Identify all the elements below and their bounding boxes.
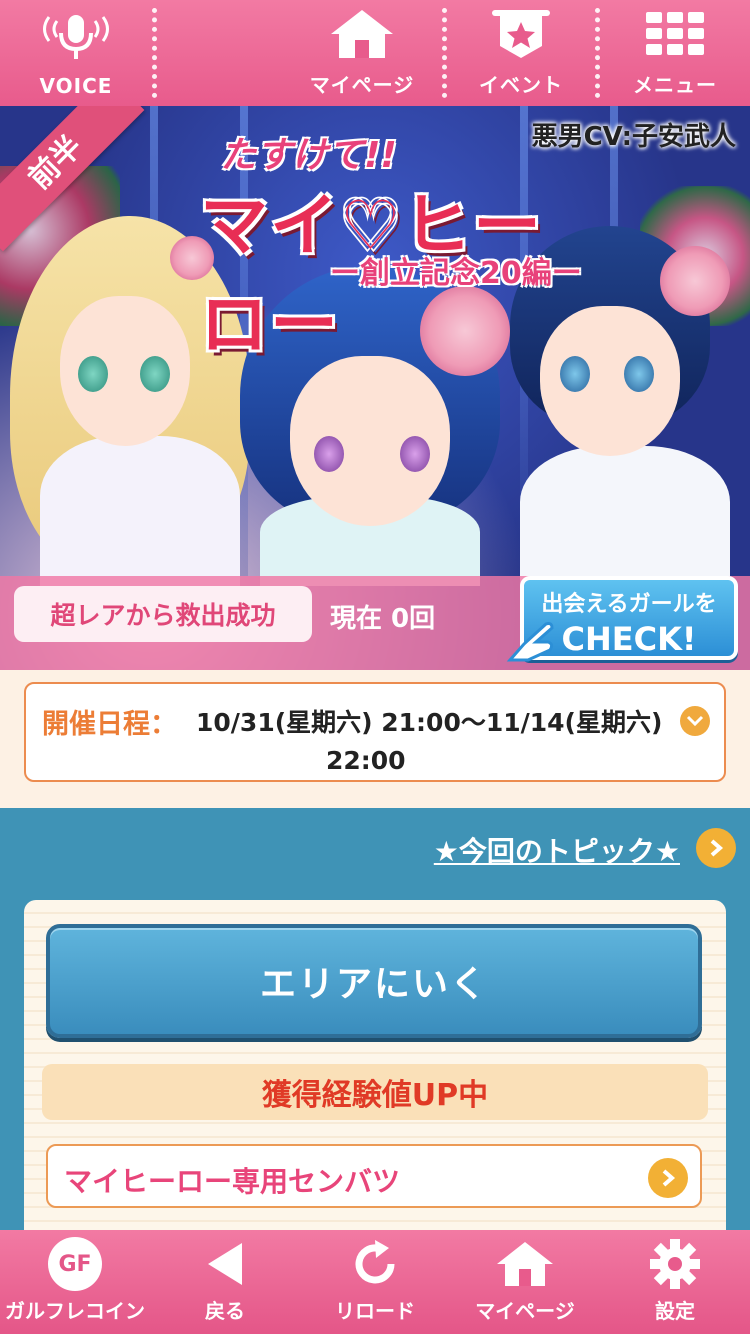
- area-card: エリアにいく 獲得経験値UP中 マイヒーロー専用センバツ: [24, 900, 726, 1230]
- settings-button[interactable]: 設定: [600, 1230, 750, 1334]
- chevron-right-icon: [648, 1158, 688, 1198]
- chevron-right-icon[interactable]: [696, 828, 736, 868]
- mypage-button[interactable]: マイページ: [282, 0, 442, 106]
- schedule-label: 開催日程：: [42, 709, 177, 740]
- gf-coin-icon: GF: [48, 1237, 102, 1291]
- event-logo: たすけて!! マイ♡ヒーロー ー創立記念20編ー: [180, 126, 610, 365]
- character-eye: [314, 436, 344, 472]
- back-label: 戻る: [205, 1299, 245, 1323]
- senbatsu-label: マイヒーロー専用センバツ: [64, 1165, 401, 1198]
- gear-icon: [648, 1233, 702, 1295]
- schedule-box[interactable]: 開催日程： 10/31(星期六) 21:00〜11/14(星期六) 22:00: [24, 682, 726, 782]
- go-to-area-button[interactable]: エリアにいく: [46, 924, 702, 1038]
- pointing-hand-icon: [506, 620, 558, 668]
- schedule-value: 10/31(星期六) 21:00〜11/14(星期六) 22:00: [196, 704, 696, 780]
- logo-subtitle: ー創立記念20編ー: [330, 256, 582, 291]
- voice-button[interactable]: VOICE: [0, 0, 152, 106]
- character-eye: [140, 356, 170, 392]
- bottom-mypage-label: マイページ: [475, 1299, 575, 1323]
- coin-button[interactable]: GF ガルフレコイン: [0, 1230, 150, 1334]
- reload-icon: [349, 1233, 401, 1295]
- event-banner[interactable]: 前半 悪男CV:子安武人 たすけて!! マイ♡ヒーロー ー創立記念20編ー 超レ…: [0, 106, 750, 670]
- rose-hair-accessory: [660, 246, 730, 316]
- reload-label: リロード: [335, 1299, 415, 1323]
- bottom-mypage-button[interactable]: マイページ: [450, 1230, 600, 1334]
- schedule-line1: 10/31(星期六) 21:00〜11/14(星期六): [196, 708, 663, 737]
- topic-link[interactable]: ★今回のトピック★: [434, 830, 680, 870]
- exp-up-badge: 獲得経験値UP中: [42, 1064, 708, 1120]
- app-root: VOICE マイページ イベント メニュー 前半 悪男CV:子安武人 たすけて!…: [0, 0, 750, 1334]
- rescue-stat-bar: 超レアから救出成功 現在 0回 出会えるガールを CHECK!: [0, 576, 750, 670]
- hero-senbatsu-button[interactable]: マイヒーロー専用センバツ: [46, 1144, 702, 1208]
- schedule-area: 開催日程： 10/31(星期六) 21:00〜11/14(星期六) 22:00: [0, 670, 750, 808]
- top-nav: VOICE マイページ イベント メニュー: [0, 0, 750, 106]
- event-flag-icon: [486, 3, 556, 65]
- character-eye: [624, 356, 654, 392]
- schedule-line2: 22:00: [326, 746, 406, 775]
- event-label: イベント: [479, 73, 563, 97]
- character-eye: [400, 436, 430, 472]
- home-icon: [495, 1233, 555, 1295]
- settings-label: 設定: [655, 1299, 695, 1323]
- character-dress: [520, 446, 730, 586]
- voice-label: VOICE: [39, 74, 113, 98]
- back-arrow-icon: [202, 1233, 248, 1295]
- check-button-line1: 出会えるガールを: [541, 592, 717, 617]
- coin-label: ガルフレコイン: [5, 1299, 145, 1323]
- grid-menu-icon: [640, 3, 710, 65]
- main-content: ★今回のトピック★ エリアにいく 獲得経験値UP中 マイヒーロー専用センバツ: [0, 808, 750, 1230]
- chevron-down-icon[interactable]: [680, 706, 710, 736]
- menu-button[interactable]: メニュー: [600, 0, 750, 106]
- event-button[interactable]: イベント: [447, 0, 595, 106]
- character-eye: [78, 356, 108, 392]
- mypage-label: マイページ: [309, 73, 415, 97]
- rescue-count: 現在 0回: [330, 604, 436, 634]
- microphone-icon: [41, 8, 111, 70]
- rescue-label: 超レアから救出成功: [14, 586, 312, 642]
- reload-button[interactable]: リロード: [300, 1230, 450, 1334]
- home-icon: [327, 3, 397, 65]
- character-dress: [40, 436, 240, 586]
- back-button[interactable]: 戻る: [150, 1230, 300, 1334]
- menu-label: メニュー: [633, 73, 717, 97]
- bottom-nav: GF ガルフレコイン 戻る リロード マイページ 設定: [0, 1230, 750, 1334]
